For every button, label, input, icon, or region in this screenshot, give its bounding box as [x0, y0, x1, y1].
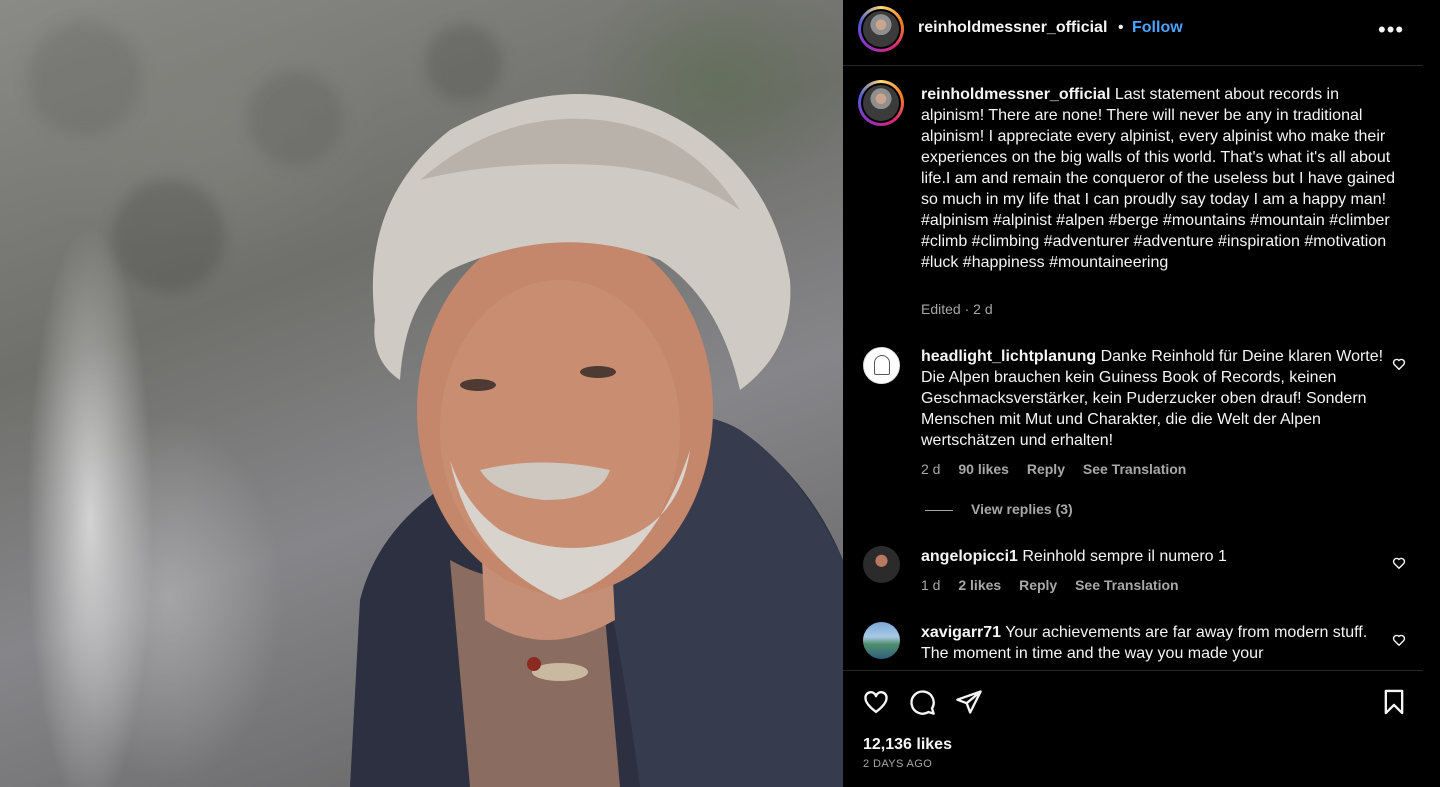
caption-avatar[interactable]	[858, 80, 904, 126]
comment-likes[interactable]: 2 likes	[958, 577, 1001, 593]
comment-bubble-icon[interactable]	[908, 688, 936, 716]
see-translation-button[interactable]: See Translation	[1083, 461, 1186, 477]
comment-text: angelopicci1 Reinhold sempre il numero 1	[921, 546, 1391, 567]
reply-button[interactable]: Reply	[1027, 461, 1065, 477]
comment-like-heart-icon[interactable]	[1392, 357, 1406, 371]
comment-username[interactable]: xavigarr71	[921, 624, 1001, 641]
comment-username[interactable]: angelopicci1	[921, 548, 1018, 565]
commenter-avatar[interactable]	[863, 622, 900, 659]
portrait-figure	[350, 94, 843, 787]
like-heart-icon[interactable]	[862, 688, 890, 716]
post-header: reinholdmessner_official • Follow •••	[843, 0, 1423, 66]
header-separator: •	[1118, 19, 1124, 36]
more-options-icon[interactable]: •••	[1378, 17, 1404, 43]
commenter-avatar[interactable]	[863, 347, 900, 384]
author-username[interactable]: reinholdmessner_official	[918, 19, 1107, 37]
caption-username[interactable]: reinholdmessner_official	[921, 86, 1110, 103]
share-send-icon[interactable]	[955, 688, 983, 716]
post-timestamp: 2 DAYS AGO	[863, 758, 933, 770]
comment-time: 2 d	[921, 461, 941, 477]
comment-like-heart-icon[interactable]	[1392, 633, 1406, 647]
comment-meta: 2 d 90 likes Reply See Translation	[921, 461, 1200, 477]
replies-divider	[925, 509, 953, 511]
see-translation-button[interactable]: See Translation	[1075, 577, 1178, 593]
comment-text: headlight_lichtplanung Danke Reinhold fü…	[921, 346, 1391, 451]
author-avatar[interactable]	[858, 6, 904, 52]
caption-body: Last statement about records in alpinism…	[921, 86, 1396, 271]
comment-text: xavigarr71 Your achievements are far awa…	[921, 622, 1391, 664]
comment-body: Reinhold sempre il numero 1	[1022, 548, 1227, 565]
bookmark-save-icon[interactable]	[1380, 688, 1408, 716]
comment-time: 1 d	[921, 577, 941, 593]
caption-meta: Edited · 2 d	[921, 301, 993, 317]
reply-button[interactable]: Reply	[1019, 577, 1057, 593]
follow-button[interactable]: Follow	[1132, 19, 1183, 37]
comment-username[interactable]: headlight_lichtplanung	[921, 348, 1096, 365]
post-side-panel: reinholdmessner_official • Follow ••• re…	[843, 0, 1440, 787]
action-bar: 12,136 likes 2 DAYS AGO	[843, 670, 1423, 787]
comment-like-heart-icon[interactable]	[1392, 556, 1406, 570]
comment-likes[interactable]: 90 likes	[958, 461, 1009, 477]
view-replies-button[interactable]: View replies (3)	[925, 501, 1073, 517]
caption-text: reinholdmessner_official Last statement …	[921, 84, 1396, 273]
view-replies-label: View replies (3)	[971, 501, 1073, 517]
post-photo	[0, 0, 843, 787]
post-likes-count[interactable]: 12,136 likes	[863, 736, 952, 754]
commenter-avatar[interactable]	[863, 546, 900, 583]
comment-meta: 1 d 2 likes Reply See Translation	[921, 577, 1193, 593]
